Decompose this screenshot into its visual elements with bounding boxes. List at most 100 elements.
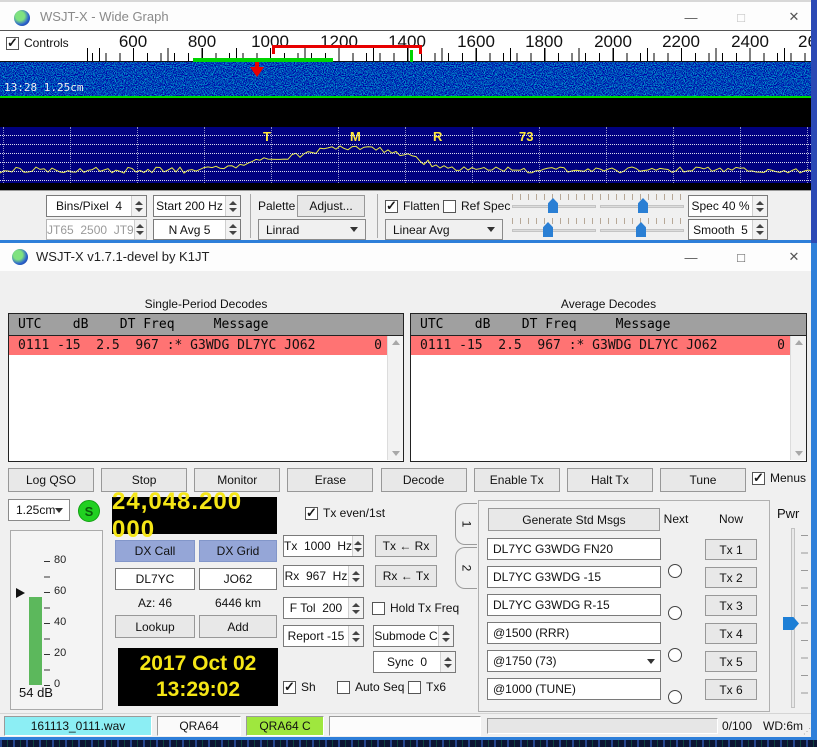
rx-freq-tick <box>410 50 413 62</box>
add-button[interactable]: Add <box>199 615 277 638</box>
spec-percent-spinner[interactable]: Spec 40 % <box>688 195 768 217</box>
slider-handle[interactable] <box>636 222 646 237</box>
tx2-message-field[interactable]: DL7YC G3WDG -15 <box>487 566 661 588</box>
sh-checkbox[interactable] <box>283 681 296 694</box>
tx3-message-field[interactable]: DL7YC G3WDG R-15 <box>487 594 661 616</box>
palette-dropdown[interactable]: Linrad <box>258 219 366 240</box>
spinner-arrows-icon[interactable] <box>752 220 767 239</box>
submode-spinner[interactable]: Submode C <box>373 625 454 647</box>
spinner-arrows-icon[interactable] <box>348 626 363 646</box>
band-combo[interactable]: 1.25cm <box>8 499 70 521</box>
maximize-button[interactable]: □ <box>725 245 757 269</box>
minimize-button[interactable]: — <box>675 5 707 29</box>
auto-seq-checkbox[interactable] <box>337 681 350 694</box>
tx2-next-radio[interactable] <box>668 606 682 620</box>
tx4-now-button[interactable]: Tx 4 <box>705 623 757 644</box>
tx2-now-button[interactable]: Tx 2 <box>705 567 757 588</box>
dx-grid-field[interactable]: JO62 <box>199 568 277 590</box>
start-hz-value: Start 200 Hz <box>154 196 225 216</box>
decode-button[interactable]: Decode <box>381 468 467 492</box>
start-hz-spinner[interactable]: Start 200 Hz <box>153 195 241 217</box>
submode-badge: QRA64 C <box>246 716 324 736</box>
tx4-next-radio[interactable] <box>668 690 682 704</box>
generate-std-msgs-button[interactable]: Generate Std Msgs <box>488 508 660 531</box>
main-titlebar[interactable]: WSJT-X v1.7.1-devel by K1JT — □ ✕ <box>0 243 811 271</box>
n-avg-spinner[interactable]: N Avg 5 <box>153 219 241 240</box>
tx3-next-radio[interactable] <box>668 648 682 662</box>
window-edge <box>811 0 817 747</box>
spinner-arrows-icon[interactable] <box>752 196 767 216</box>
resize-grip[interactable]: ⋰ <box>803 730 809 736</box>
scroll-up-icon[interactable] <box>795 340 803 345</box>
decode-row[interactable]: 0111 -15 2.5 967 :* G3WDG DL7YC JO62 0 <box>411 336 790 355</box>
tune-button[interactable]: Tune <box>660 468 746 492</box>
spinner-arrows-icon[interactable] <box>131 196 146 216</box>
jt65-jt9-spinner[interactable]: JT65 2500 JT9 <box>46 219 147 240</box>
tx5-message-combo[interactable]: @1750 (73) <box>487 650 661 672</box>
scrollbar[interactable] <box>790 336 806 460</box>
f-tol-spinner[interactable]: F Tol 200 <box>283 597 364 619</box>
tx4-message-field[interactable]: @1500 (RRR) <box>487 622 661 644</box>
gain2-slider[interactable] <box>512 229 596 232</box>
sync-spinner[interactable]: Sync 0 <box>373 651 456 673</box>
tx1-now-button[interactable]: Tx 1 <box>705 539 757 560</box>
spinner-arrows-icon[interactable] <box>134 220 146 239</box>
tx-freq-spinner[interactable]: Tx 1000 Hz <box>283 535 364 557</box>
tx6-now-button[interactable]: Tx 6 <box>705 679 757 700</box>
tx6-checkbox[interactable] <box>408 681 421 694</box>
erase-button[interactable]: Erase <box>287 468 373 492</box>
dx-call-field[interactable]: DL7YC <box>115 568 195 590</box>
adjust-button[interactable]: Adjust... <box>297 195 365 217</box>
tab-2[interactable]: 2 <box>455 547 477 589</box>
hold-tx-freq-checkbox[interactable] <box>372 602 385 615</box>
ref-spec-label: Ref Spec <box>461 199 510 213</box>
spinner-arrows-icon[interactable] <box>352 536 363 556</box>
log-qso-button[interactable]: Log QSO <box>8 468 94 492</box>
scroll-up-icon[interactable] <box>392 340 400 345</box>
close-button[interactable]: ✕ <box>778 245 810 269</box>
close-button[interactable]: ✕ <box>778 5 810 29</box>
enable-tx-button[interactable]: Enable Tx <box>474 468 560 492</box>
slider-handle[interactable] <box>638 198 648 213</box>
spinner-arrows-icon[interactable] <box>348 598 363 618</box>
decode-row[interactable]: 0111 -15 2.5 967 :* G3WDG DL7YC JO62 0 <box>9 336 387 355</box>
tx6-message-field[interactable]: @1000 (TUNE) <box>487 678 661 700</box>
lookup-button[interactable]: Lookup <box>115 615 195 638</box>
maximize-button[interactable]: □ <box>725 5 757 29</box>
rx-from-tx-button[interactable]: Rx ← Tx <box>375 565 437 587</box>
smooth-spinner[interactable]: Smooth 5 <box>688 219 768 240</box>
tab-1[interactable]: 1 <box>455 503 477 545</box>
spinner-arrows-icon[interactable] <box>225 196 240 216</box>
tx-from-rx-button[interactable]: Tx ← Rx <box>375 535 437 557</box>
halt-tx-button[interactable]: Halt Tx <box>567 468 653 492</box>
slider-handle[interactable] <box>543 222 553 237</box>
now-column-header: Now <box>705 512 757 526</box>
spinner-arrows-icon[interactable] <box>438 626 453 646</box>
scroll-down-icon[interactable] <box>392 451 400 456</box>
flatten-checkbox[interactable] <box>385 200 398 213</box>
minimize-button[interactable]: — <box>675 245 707 269</box>
spinner-arrows-icon[interactable] <box>348 566 363 586</box>
scroll-down-icon[interactable] <box>795 451 803 456</box>
rx-freq-spinner[interactable]: Rx 967 Hz <box>283 565 364 587</box>
scrollbar[interactable] <box>387 336 403 460</box>
tx-even-checkbox[interactable] <box>305 507 318 520</box>
report-spinner[interactable]: Report -15 <box>283 625 364 647</box>
bins-pixel-spinner[interactable]: Bins/Pixel 4 <box>46 195 147 217</box>
wide-graph-titlebar[interactable]: WSJT-X - Wide Graph — □ ✕ <box>0 0 811 30</box>
tx1-next-radio[interactable] <box>668 564 682 578</box>
tx3-now-button[interactable]: Tx 3 <box>705 595 757 616</box>
spinner-arrows-icon[interactable] <box>440 652 455 672</box>
menus-checkbox[interactable] <box>752 472 765 485</box>
controls-checkbox[interactable] <box>6 37 19 50</box>
sh-label: Sh <box>301 680 316 694</box>
waterfall-display[interactable]: 13:28 1.25cm <box>0 62 811 98</box>
tx5-now-button[interactable]: Tx 5 <box>705 651 757 672</box>
ref-spec-checkbox[interactable] <box>443 200 456 213</box>
slider-handle[interactable] <box>548 198 558 213</box>
tx1-message-field[interactable]: DL7YC G3WDG FN20 <box>487 538 661 560</box>
spinner-arrows-icon[interactable] <box>225 220 240 239</box>
pwr-slider-handle[interactable] <box>783 617 799 630</box>
frequency-scale[interactable]: Controls 600 800 1000 1200 1400 1600 180… <box>0 30 811 62</box>
avg-mode-dropdown[interactable]: Linear Avg <box>385 219 503 240</box>
